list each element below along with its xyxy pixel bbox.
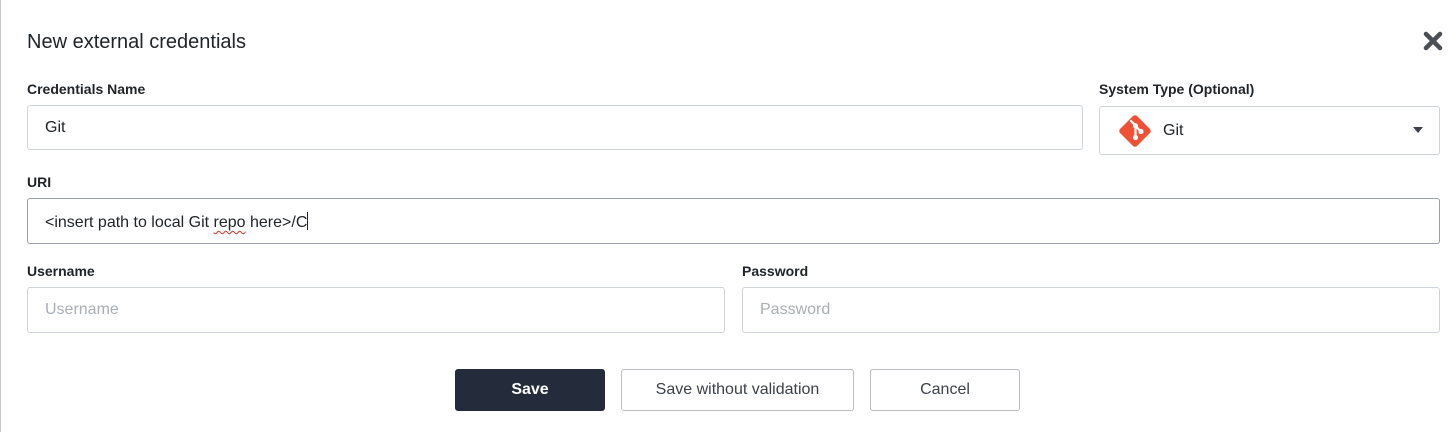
dialog-title: New external credentials [27,31,246,53]
chevron-down-icon [1413,127,1423,133]
username-input[interactable] [27,287,725,333]
git-logo-icon [1119,115,1151,147]
new-credentials-dialog: New external credentials Credentials Nam… [0,0,1456,432]
password-input[interactable] [742,287,1440,333]
password-label: Password [742,263,809,279]
username-label: Username [27,263,95,279]
system-type-label: System Type (Optional) [1099,81,1255,97]
uri-input-value: <insert path to local Git repo here>/C [45,212,309,231]
cancel-button[interactable]: Cancel [870,369,1020,411]
text-cursor [307,212,309,230]
system-type-value: Git [1163,122,1184,139]
system-type-select[interactable]: Git [1099,106,1440,155]
credentials-name-input[interactable] [27,105,1083,150]
uri-label: URI [27,174,52,190]
save-without-validation-button[interactable]: Save without validation [621,369,854,411]
save-button[interactable]: Save [455,369,605,411]
close-icon[interactable] [1422,30,1444,52]
credentials-name-label: Credentials Name [27,81,146,97]
